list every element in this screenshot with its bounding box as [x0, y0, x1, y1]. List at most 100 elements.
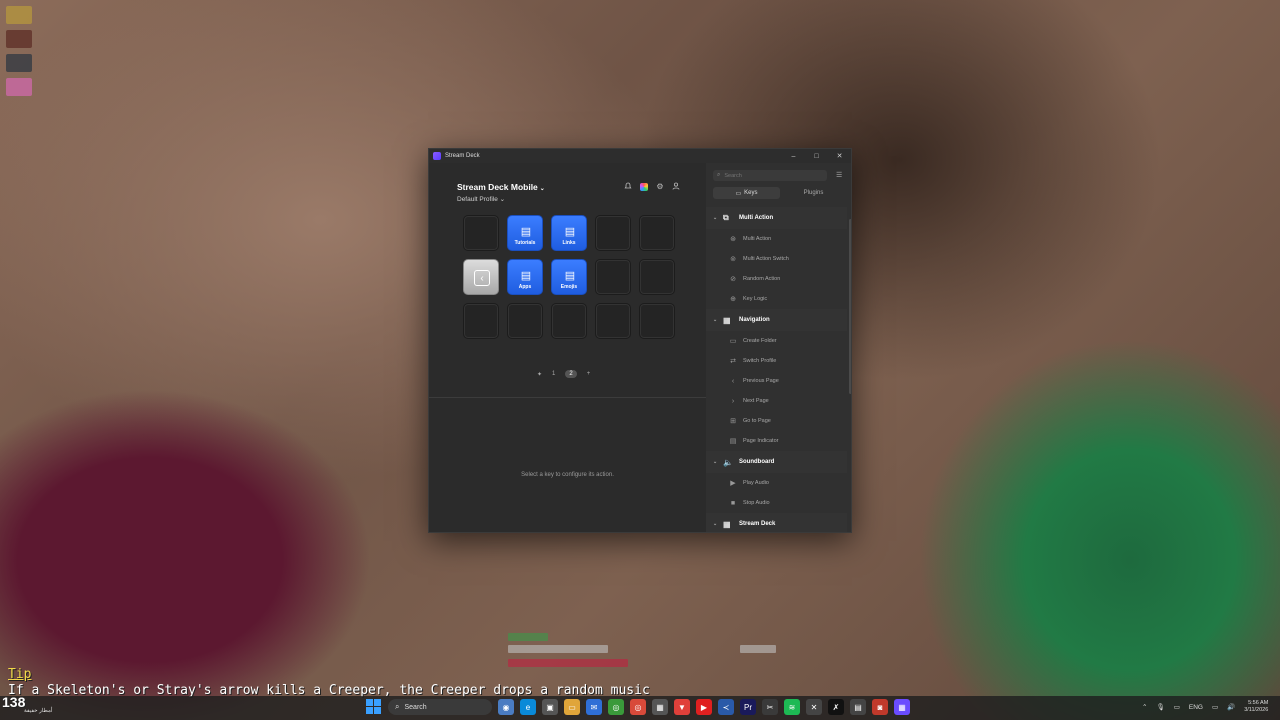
action-next-page[interactable]: › Next Page	[706, 391, 847, 411]
add-page-button[interactable]: +	[587, 371, 591, 377]
copilot-app-icon[interactable]: ◉	[498, 699, 514, 715]
empty-key[interactable]	[639, 215, 675, 251]
taskbar: 138 أمطار خفيفة ⌕ Search ◉ e ▣ ▭ ✉ ◎ ◎ ▦…	[0, 694, 1280, 720]
chrome-app-icon[interactable]: ◎	[630, 699, 646, 715]
maximize-button[interactable]: □	[805, 149, 828, 163]
category-multi-action[interactable]: ⌄ ⧉ Multi Action	[706, 207, 847, 229]
folder-icon: ▤	[564, 225, 576, 238]
windows-start-icon[interactable]	[366, 699, 382, 715]
vscode-app-icon[interactable]: ≺	[718, 699, 734, 715]
file-explorer-icon[interactable]: ▭	[564, 699, 580, 715]
network-icon[interactable]: ▭	[1212, 703, 1218, 711]
hud-bar	[740, 645, 776, 653]
microphone-icon[interactable]: 🎙	[1156, 703, 1164, 711]
action-random-action[interactable]: ⊘ Random Action	[706, 269, 847, 289]
effect-slot	[6, 78, 32, 96]
action-play-audio[interactable]: ▶ Play Audio	[706, 473, 847, 493]
empty-key[interactable]	[595, 303, 631, 339]
folder-key[interactable]: ▤ Links	[551, 215, 587, 251]
battery-icon[interactable]: ▭	[1174, 703, 1180, 711]
category-navigation[interactable]: ⌄ ▦ Navigation	[706, 309, 847, 331]
empty-key[interactable]	[595, 259, 631, 295]
panel-divider[interactable]	[429, 397, 706, 398]
capcut-app-icon[interactable]: ✂	[762, 699, 778, 715]
bell-icon[interactable]	[623, 181, 633, 191]
action-switch-profile[interactable]: ⇄ Switch Profile	[706, 351, 847, 371]
key-label: Tutorials	[514, 240, 536, 246]
close-button[interactable]: ✕	[828, 149, 851, 163]
store-app-icon[interactable]: ▣	[542, 699, 558, 715]
page-indicator-icon[interactable]: ✦	[537, 371, 542, 378]
page-2-button[interactable]: 2	[565, 370, 577, 378]
taskbar-search[interactable]: ⌕ Search	[388, 699, 492, 715]
empty-key[interactable]	[551, 303, 587, 339]
clock[interactable]: 5:56 AM 3/11/2026	[1244, 700, 1268, 714]
empty-key[interactable]	[639, 259, 675, 295]
gear-icon[interactable]: ⚙	[655, 181, 665, 191]
app-icon[interactable]: ▦	[652, 699, 668, 715]
action-multi-action-switch[interactable]: ⊚ Multi Action Switch	[706, 249, 847, 269]
app-icon[interactable]: ✕	[806, 699, 822, 715]
hud-bar	[508, 645, 608, 653]
profile-selector[interactable]: Default Profile ⌄	[457, 195, 505, 203]
app-icon[interactable]: ✗	[828, 699, 844, 715]
taskbar-search-label: Search	[404, 703, 427, 711]
chevron-down-icon: ⌄	[713, 521, 718, 527]
youtube-app-icon[interactable]: ▶	[696, 699, 712, 715]
empty-key[interactable]	[595, 215, 631, 251]
minimize-button[interactable]: –	[782, 149, 805, 163]
weather-widget[interactable]: أمطار خفيفة	[24, 708, 52, 714]
effect-slot	[6, 54, 32, 72]
sidebar-tabs: ▭ Keys Plugins	[713, 187, 847, 199]
tab-label: Keys	[744, 190, 758, 196]
folder-icon: ▤	[520, 225, 532, 238]
page-1-button[interactable]: 1	[552, 371, 555, 377]
spotify-app-icon[interactable]: ≋	[784, 699, 800, 715]
folder-key[interactable]: ▤ Emojis	[551, 259, 587, 295]
stream-deck-app-icon[interactable]: ▦	[894, 699, 910, 715]
canvas-panel: Stream Deck Mobile ⌄ Default Profile ⌄ ⚙ …	[429, 163, 706, 532]
action-create-folder[interactable]: ▭ Create Folder	[706, 331, 847, 351]
category-icon: ▦	[723, 315, 731, 325]
action-key-logic[interactable]: ⊕ Key Logic	[706, 289, 847, 309]
empty-key[interactable]	[639, 303, 675, 339]
mail-app-icon[interactable]: ✉	[586, 699, 602, 715]
empty-key[interactable]	[507, 303, 543, 339]
search-box[interactable]: ⌕	[713, 170, 827, 181]
chrome-app-icon[interactable]: ◎	[608, 699, 624, 715]
folder-key[interactable]: ▤ Tutorials	[507, 215, 543, 251]
tab-keys[interactable]: ▭ Keys	[713, 187, 780, 199]
folder-icon: ▤	[564, 269, 576, 282]
brave-app-icon[interactable]: ▼	[674, 699, 690, 715]
app-icon[interactable]: ▤	[850, 699, 866, 715]
back-key[interactable]: ‹	[463, 259, 499, 295]
tab-plugins[interactable]: Plugins	[780, 187, 847, 199]
action-page-indicator[interactable]: ▤ Page Indicator	[706, 431, 847, 451]
hotbar-item-count: 138	[2, 694, 26, 710]
language-indicator[interactable]: ENG	[1189, 704, 1203, 711]
empty-key[interactable]	[463, 215, 499, 251]
premiere-app-icon[interactable]: Pr	[740, 699, 756, 715]
folder-key[interactable]: ▤ Apps	[507, 259, 543, 295]
app-icon[interactable]: ◙	[872, 699, 888, 715]
hotbar-effects	[6, 6, 36, 102]
device-selector[interactable]: Stream Deck Mobile ⌄	[457, 182, 545, 192]
title-bar[interactable]: Stream Deck – □ ✕	[429, 149, 851, 163]
volume-icon[interactable]: 🔊	[1227, 703, 1235, 711]
list-view-icon[interactable]: ☰	[836, 171, 842, 179]
marketplace-icon[interactable]	[639, 181, 649, 191]
action-previous-page[interactable]: ‹ Previous Page	[706, 371, 847, 391]
action-multi-action[interactable]: ⊛ Multi Action	[706, 229, 847, 249]
action-icon: ▶	[730, 480, 736, 487]
category-soundboard[interactable]: ⌄ 🔈 Soundboard	[706, 451, 847, 473]
action-label: Previous Page	[743, 378, 779, 384]
action-go-to-page[interactable]: ⊞ Go to Page	[706, 411, 847, 431]
sidebar-scrollbar[interactable]	[849, 219, 851, 394]
user-icon[interactable]	[671, 181, 681, 191]
empty-key[interactable]	[463, 303, 499, 339]
search-input[interactable]	[724, 172, 815, 179]
chevron-up-icon[interactable]: ⌃	[1142, 703, 1147, 711]
edge-app-icon[interactable]: e	[520, 699, 536, 715]
category-stream-deck[interactable]: ⌄ ▦ Stream Deck	[706, 513, 847, 532]
action-stop-audio[interactable]: ■ Stop Audio	[706, 493, 847, 513]
